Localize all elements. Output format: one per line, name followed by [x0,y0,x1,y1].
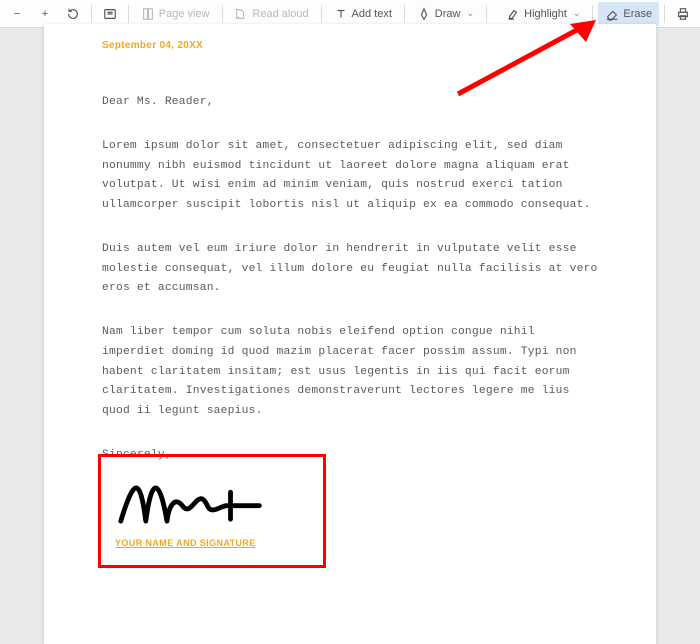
page-view-button[interactable]: Page view [134,2,217,26]
add-text-button[interactable]: Add text [327,2,399,26]
erase-icon [605,7,619,21]
highlight-label: Highlight [524,8,567,20]
erase-button[interactable]: Erase [598,2,659,26]
read-aloud-button[interactable]: Read aloud [227,2,315,26]
add-text-label: Add text [352,8,392,20]
draw-icon [417,7,431,21]
read-aloud-icon [234,7,248,21]
letter-greeting: Dear Ms. Reader, [102,93,598,113]
chevron-down-icon: ⌄ [466,8,474,19]
document-page: September 04, 20XX Dear Ms. Reader, Lore… [44,24,656,644]
draw-button[interactable]: Draw ⌄ [410,2,481,26]
separator [321,5,322,23]
page-view-label: Page view [159,8,210,20]
separator [404,5,405,23]
fit-page-icon [103,7,117,21]
erase-label: Erase [623,8,652,20]
read-aloud-label: Read aloud [252,8,308,20]
letter-paragraph: Duis autem vel eum iriure dolor in hendr… [102,240,598,299]
separator [91,5,92,23]
letter-paragraph: Lorem ipsum dolor sit amet, consectetuer… [102,137,598,216]
letter-paragraph: Nam liber tempor cum soluta nobis eleife… [102,323,598,422]
separator [486,5,487,23]
chevron-down-icon: ⌄ [573,8,581,19]
page-view-icon [141,7,155,21]
rotate-icon [66,7,80,21]
plus-icon: + [38,7,52,21]
zoom-in-button[interactable]: + [32,2,58,26]
rotate-button[interactable] [60,2,86,26]
signature-annotation-box: YOUR NAME AND SIGNATURE [98,454,326,568]
print-button[interactable] [670,2,696,26]
letter-date: September 04, 20XX [102,40,598,51]
add-text-icon [334,7,348,21]
minus-icon: − [10,7,24,21]
zoom-out-button[interactable]: − [4,2,30,26]
fit-page-button[interactable] [97,2,123,26]
signature-label: YOUR NAME AND SIGNATURE [115,538,309,548]
separator [664,5,665,23]
highlight-icon [506,7,520,21]
print-icon [676,7,690,21]
separator [128,5,129,23]
separator [222,5,223,23]
draw-label: Draw [435,8,461,20]
signature-image [115,467,269,529]
separator [592,5,593,23]
highlight-button[interactable]: Highlight ⌄ [499,2,587,26]
